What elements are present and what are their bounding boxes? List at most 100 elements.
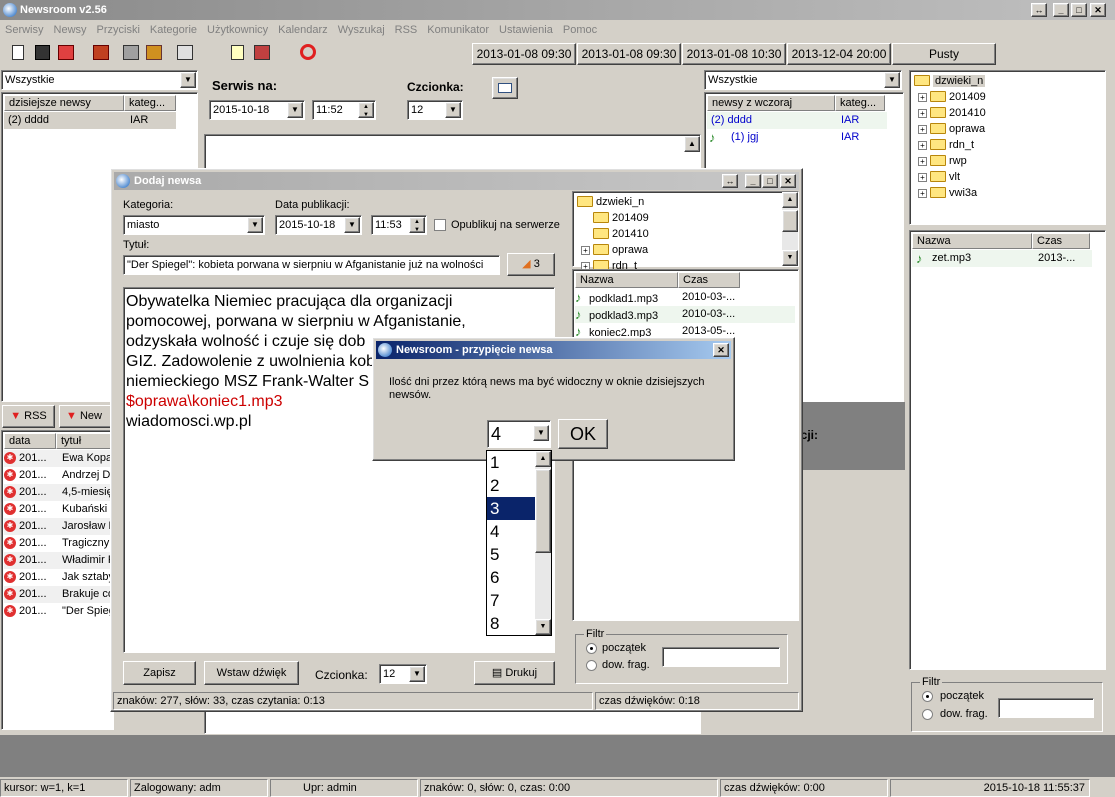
expand-icon[interactable]: + <box>581 245 590 255</box>
days-select[interactable]: 4 ▼ <box>487 420 551 448</box>
left-filter-select[interactable]: Wszystkie ▼ <box>1 70 198 90</box>
dialog-minimize-button[interactable]: _ <box>745 174 761 188</box>
chevron-down-icon[interactable]: ▼ <box>287 102 303 118</box>
spinner-icon[interactable]: ▲ ▼ <box>409 217 425 233</box>
dialog-tree-item[interactable]: + oprawa <box>581 242 649 258</box>
menu-item[interactable]: Newsy <box>54 24 87 36</box>
save-button[interactable]: Zapisz <box>123 661 196 685</box>
close-button[interactable]: ✕ <box>1090 3 1106 17</box>
insert-sound-button[interactable]: Wstaw dźwięk <box>204 661 299 685</box>
rss-row[interactable]: ✱ 201... Ewa Kopa <box>4 450 114 467</box>
days-option[interactable]: 4 <box>487 520 535 543</box>
far-filter-input[interactable] <box>998 698 1094 718</box>
chevron-down-icon[interactable]: ▼ <box>247 217 263 233</box>
radio-start[interactable] <box>922 691 933 702</box>
days-option[interactable]: 8 <box>487 612 535 635</box>
dialog-close-button[interactable]: ✕ <box>780 174 796 188</box>
chevron-down-icon[interactable]: ▼ <box>344 217 360 233</box>
dialog-file-row[interactable]: ♪ podklad3.mp3 2010-03-... <box>575 306 795 323</box>
refresh-icon[interactable] <box>300 44 316 60</box>
tree-root[interactable]: dzwieki_n <box>914 73 986 90</box>
scroll-thumb[interactable] <box>535 469 551 553</box>
rss-row[interactable]: ✱ 201... Jak sztaby <box>4 569 114 586</box>
time-button[interactable]: 2013-01-08 10:30 <box>682 43 786 65</box>
rss-row[interactable]: ✱ 201... Jarosław F <box>4 518 114 535</box>
menu-item[interactable]: Pomoc <box>563 24 597 36</box>
chevron-down-icon[interactable]: ▼ <box>180 72 196 88</box>
days-option[interactable]: 1 <box>487 451 535 474</box>
serwis-date-select[interactable]: 2015-10-18 ▼ <box>209 100 305 120</box>
scroll-up-icon[interactable]: ▲ <box>684 136 700 152</box>
dialog-radio-start[interactable] <box>586 643 597 654</box>
copy-icon[interactable] <box>123 45 139 60</box>
menu-item[interactable]: RSS <box>395 24 418 36</box>
rss-row[interactable]: ✱ 201... Władimir F <box>4 552 114 569</box>
menu-item[interactable]: Użytkownicy <box>207 24 268 36</box>
serwis-font-select[interactable]: 12 ▼ <box>407 100 463 120</box>
dialog-tree-scrollbar[interactable]: ▲ ▼ <box>782 192 798 266</box>
pub-time-spinner[interactable]: 11:53 ▲ ▼ <box>371 215 427 235</box>
tytul-input[interactable]: "Der Spiegel": kobieta porwana w sierpni… <box>123 255 500 275</box>
days-option[interactable]: 3 <box>487 497 535 520</box>
delete-icon[interactable] <box>58 45 74 60</box>
rss-row[interactable]: ✱ 201... Brakuje co <box>4 586 114 603</box>
print-button[interactable]: ▤ Drukuj <box>474 661 555 685</box>
right-filter-select[interactable]: Wszystkie ▼ <box>704 70 902 90</box>
radio-fragment[interactable] <box>922 709 933 720</box>
tree-item[interactable]: +201409 <box>918 89 986 105</box>
chevron-down-icon[interactable]: ▼ <box>409 666 425 682</box>
menu-item[interactable]: Serwisy <box>5 24 44 36</box>
rss-row[interactable]: ✱ 201... Tragiczny <box>4 535 114 552</box>
dialog-col-name[interactable]: Nazwa <box>575 272 678 288</box>
dialog-maximize-button[interactable]: □ <box>762 174 778 188</box>
menu-item[interactable]: Przyciski <box>97 24 140 36</box>
ok-button[interactable]: OK <box>558 419 608 449</box>
rss-button[interactable]: ▼ RSS <box>2 405 55 428</box>
rss-row[interactable]: ✱ 201... "Der Spieg <box>4 603 114 620</box>
days-option[interactable]: 5 <box>487 543 535 566</box>
new-doc-icon[interactable] <box>12 45 24 60</box>
yesterday-col-name[interactable]: newsy z wczoraj <box>707 95 835 111</box>
chevron-down-icon[interactable]: ▼ <box>884 72 900 88</box>
yesterday-col-cat[interactable]: kateg... <box>835 95 885 111</box>
expand-icon[interactable]: + <box>918 172 927 182</box>
menu-item[interactable]: Kalendarz <box>278 24 328 36</box>
note-icon[interactable] <box>231 45 244 60</box>
file-row[interactable]: ♪ zet.mp3 2013-... <box>912 250 1092 267</box>
save-icon[interactable] <box>35 45 50 60</box>
menu-item[interactable]: Komunikator <box>427 24 489 36</box>
yesterday-news-row[interactable]: (2) dddd IAR <box>707 112 887 129</box>
scroll-up-icon[interactable]: ▲ <box>535 451 551 467</box>
dialog-font-select[interactable]: 12 ▼ <box>379 664 427 684</box>
tree-item[interactable]: + rwp <box>918 153 986 169</box>
today-news-row[interactable]: (2) dddd IAR <box>4 112 176 129</box>
expand-icon[interactable]: + <box>918 156 927 166</box>
time-button[interactable]: 2013-01-08 09:30 <box>577 43 681 65</box>
expand-icon[interactable]: + <box>918 92 927 102</box>
serwis-time-spinner[interactable]: 11:52 ▲ ▼ <box>312 100 376 120</box>
dialog-radio-fragment[interactable] <box>586 660 597 671</box>
expand-icon[interactable]: + <box>918 140 927 150</box>
modal-close-button[interactable]: ✕ <box>713 343 729 357</box>
dialog-tree-item[interactable]: 201410 <box>581 226 649 242</box>
rss-row[interactable]: ✱ 201... Kubański r <box>4 501 114 518</box>
minimize-button[interactable]: _ <box>1053 3 1069 17</box>
chevron-down-icon[interactable]: ▼ <box>533 425 549 441</box>
time-button[interactable]: 2013-01-08 09:30 <box>472 43 576 65</box>
expand-icon[interactable]: + <box>918 124 927 134</box>
dialog-filter-input[interactable] <box>662 647 780 667</box>
export-icon[interactable] <box>93 45 109 60</box>
eraser-icon[interactable] <box>254 45 270 60</box>
tree-item[interactable]: + oprawa <box>918 121 986 137</box>
today-col-cat[interactable]: kateg... <box>124 95 176 111</box>
expand-icon[interactable]: + <box>918 108 927 118</box>
menu-item[interactable]: Ustawienia <box>499 24 553 36</box>
edit-icon[interactable] <box>146 45 162 60</box>
tree-item[interactable]: + vwi3a <box>918 185 986 201</box>
tree-item[interactable]: + rdn_t <box>918 137 986 153</box>
dialog-file-row[interactable]: ♪ podklad1.mp3 2010-03-... <box>575 289 795 306</box>
days-option[interactable]: 6 <box>487 566 535 589</box>
today-col-name[interactable]: dzisiejsze newsy <box>4 95 124 111</box>
scroll-down-icon[interactable]: ▼ <box>535 619 551 635</box>
rss-row[interactable]: ✱ 201... Andrzej Du <box>4 467 114 484</box>
